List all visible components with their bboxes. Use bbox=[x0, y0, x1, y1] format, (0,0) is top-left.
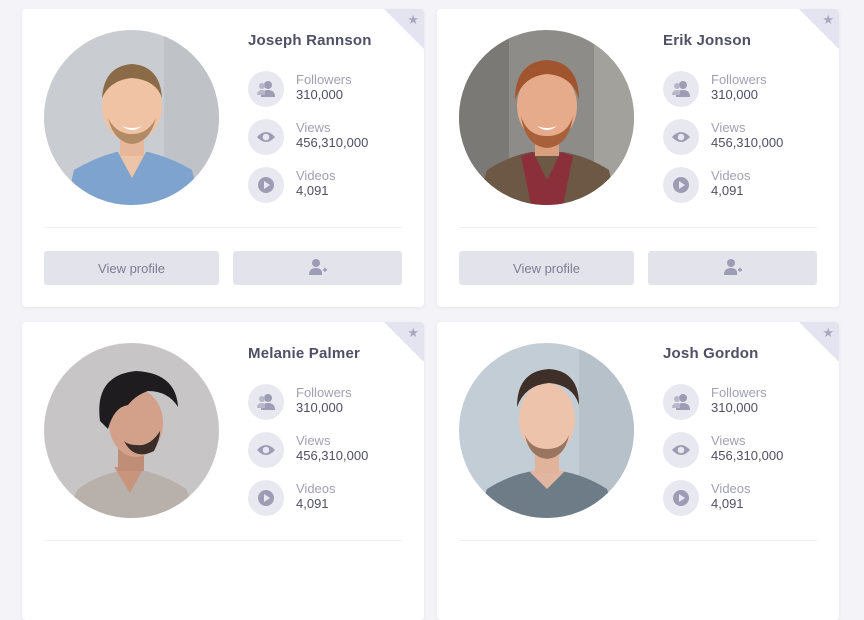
stat-videos: Videos 4,091 bbox=[248, 479, 418, 517]
stat-videos: Videos 4,091 bbox=[663, 166, 833, 204]
profile-card: ★ Melanie Palmer Followers 310,000 Views… bbox=[22, 322, 424, 620]
stat-label: Videos bbox=[711, 168, 751, 183]
stat-views: Views 456,310,000 bbox=[663, 118, 833, 156]
add-user-icon bbox=[308, 258, 328, 279]
stat-value: 310,000 bbox=[711, 87, 758, 102]
profile-name: Melanie Palmer bbox=[248, 345, 361, 362]
stat-followers: Followers 310,000 bbox=[248, 383, 418, 421]
stat-label: Followers bbox=[296, 72, 352, 87]
stat-label: Views bbox=[711, 433, 746, 448]
stat-value: 456,310,000 bbox=[296, 135, 369, 150]
stat-value: 456,310,000 bbox=[711, 135, 784, 150]
stat-value: 4,091 bbox=[296, 496, 329, 511]
stat-label: Followers bbox=[296, 385, 352, 400]
view-profile-button[interactable]: View profile bbox=[459, 251, 634, 285]
play-icon bbox=[248, 480, 284, 516]
star-icon[interactable]: ★ bbox=[822, 323, 834, 343]
avatar bbox=[459, 343, 634, 518]
stat-views: Views 456,310,000 bbox=[663, 431, 833, 469]
avatar bbox=[459, 30, 634, 205]
profile-name: Erik Jonson bbox=[663, 32, 752, 49]
stat-followers: Followers 310,000 bbox=[663, 383, 833, 421]
stat-views: Views 456,310,000 bbox=[248, 118, 418, 156]
add-user-icon bbox=[723, 258, 743, 279]
stat-value: 4,091 bbox=[711, 183, 744, 198]
stat-label: Views bbox=[296, 120, 331, 135]
play-icon bbox=[663, 480, 699, 516]
play-icon bbox=[248, 167, 284, 203]
eye-icon bbox=[663, 432, 699, 468]
stat-value: 456,310,000 bbox=[296, 448, 369, 463]
star-icon[interactable]: ★ bbox=[407, 323, 419, 343]
stat-value: 310,000 bbox=[296, 87, 343, 102]
stat-followers: Followers 310,000 bbox=[663, 70, 833, 108]
stat-value: 310,000 bbox=[711, 400, 758, 415]
users-icon bbox=[663, 71, 699, 107]
users-icon bbox=[663, 384, 699, 420]
profile-card: ★ Josh Gordon Followers 310,000 Views 45… bbox=[437, 322, 839, 620]
users-icon bbox=[248, 71, 284, 107]
view-profile-button[interactable]: View profile bbox=[44, 251, 219, 285]
star-icon[interactable]: ★ bbox=[407, 10, 419, 30]
stat-value: 456,310,000 bbox=[711, 448, 784, 463]
stat-label: Views bbox=[296, 433, 331, 448]
divider bbox=[44, 227, 402, 228]
play-icon bbox=[663, 167, 699, 203]
divider bbox=[44, 540, 402, 541]
avatar bbox=[44, 30, 219, 205]
stat-value: 4,091 bbox=[296, 183, 329, 198]
stat-label: Followers bbox=[711, 385, 767, 400]
add-user-button[interactable] bbox=[233, 251, 402, 285]
stat-label: Videos bbox=[296, 481, 336, 496]
stat-label: Followers bbox=[711, 72, 767, 87]
divider bbox=[459, 227, 817, 228]
eye-icon bbox=[248, 119, 284, 155]
divider bbox=[459, 540, 817, 541]
profile-name: Josh Gordon bbox=[663, 345, 759, 362]
profile-card: ★ Erik Jonson Followers 310,000 Views 45… bbox=[437, 9, 839, 307]
add-user-button[interactable] bbox=[648, 251, 817, 285]
stat-videos: Videos 4,091 bbox=[663, 479, 833, 517]
eye-icon bbox=[663, 119, 699, 155]
star-icon[interactable]: ★ bbox=[822, 10, 834, 30]
stat-views: Views 456,310,000 bbox=[248, 431, 418, 469]
avatar bbox=[44, 343, 219, 518]
stat-value: 4,091 bbox=[711, 496, 744, 511]
stat-followers: Followers 310,000 bbox=[248, 70, 418, 108]
stat-label: Videos bbox=[711, 481, 751, 496]
eye-icon bbox=[248, 432, 284, 468]
profile-card: ★ Joseph Rannson Followers 310,000 Views… bbox=[22, 9, 424, 307]
stat-label: Views bbox=[711, 120, 746, 135]
stat-label: Videos bbox=[296, 168, 336, 183]
profile-name: Joseph Rannson bbox=[248, 32, 372, 49]
users-icon bbox=[248, 384, 284, 420]
stat-value: 310,000 bbox=[296, 400, 343, 415]
stat-videos: Videos 4,091 bbox=[248, 166, 418, 204]
